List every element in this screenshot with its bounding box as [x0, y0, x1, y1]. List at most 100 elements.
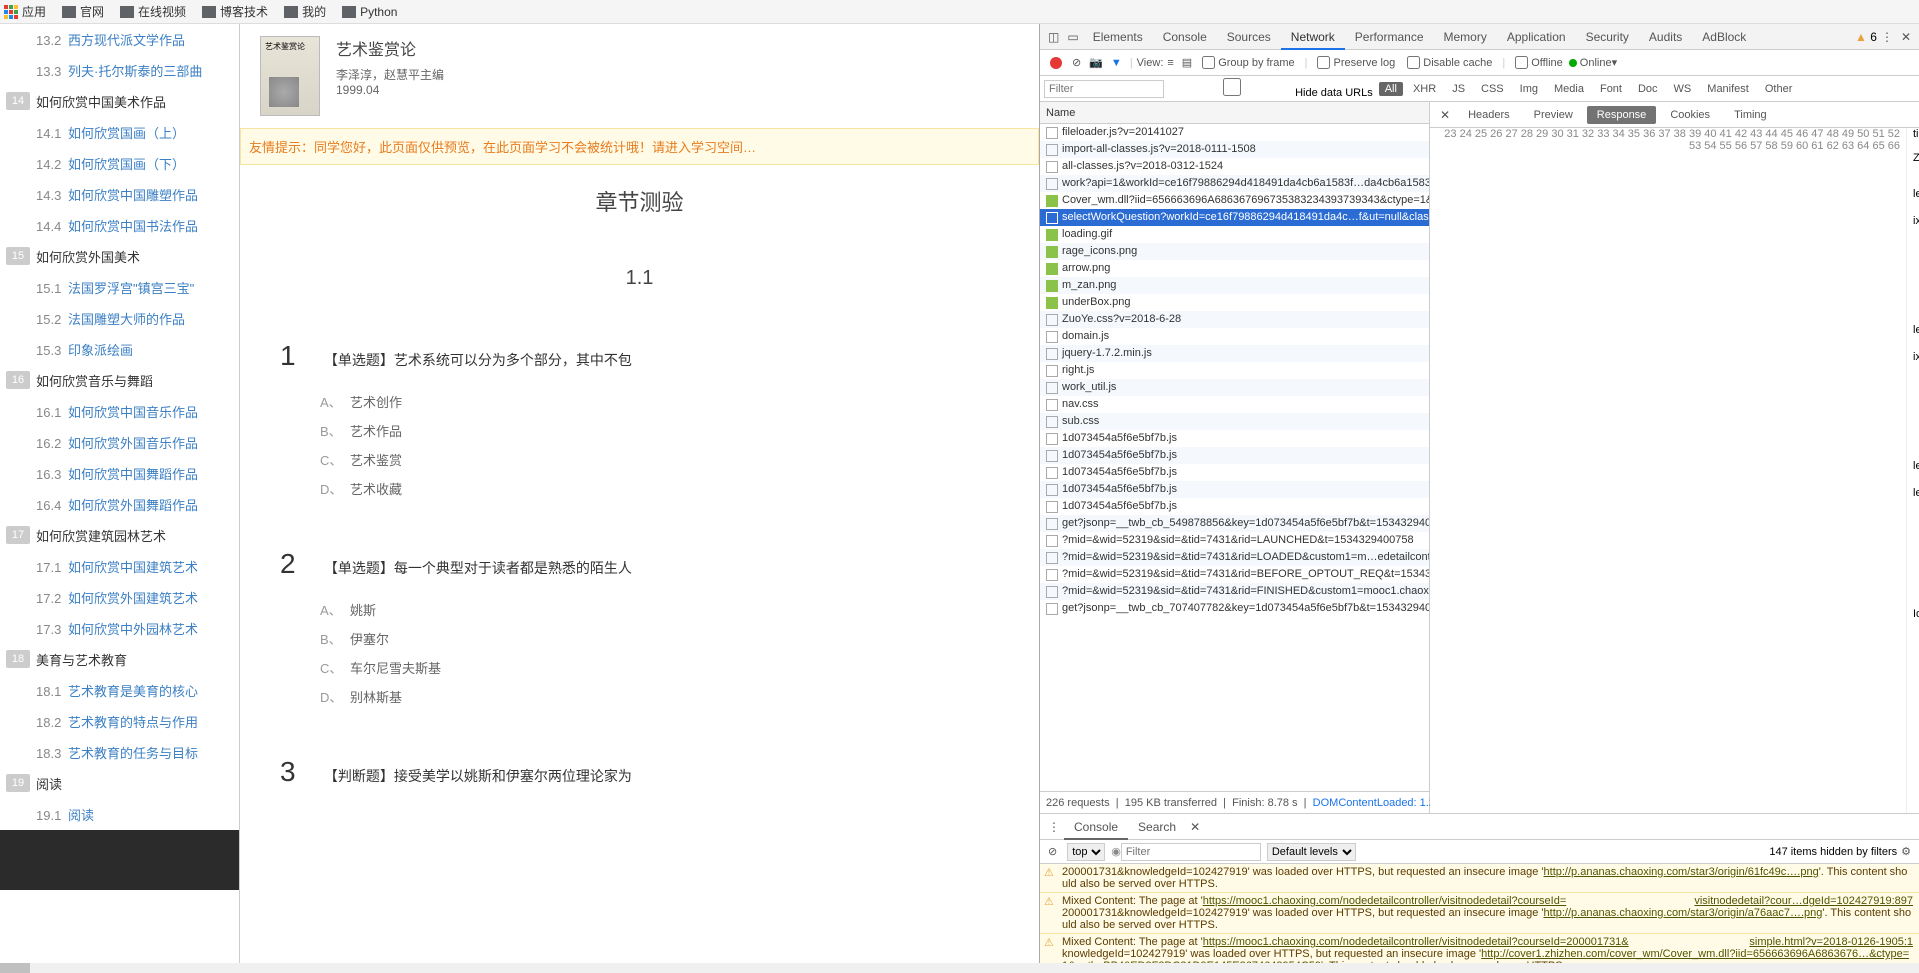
bookmark-item[interactable]: 我的 [284, 3, 326, 20]
filter-icon[interactable]: ▼ [1111, 57, 1122, 69]
network-request-row[interactable]: fileloader.js?v=20141027 [1040, 124, 1429, 141]
bookmark-item[interactable]: 官网 [62, 3, 104, 20]
question-option[interactable]: D、艺术收藏 [320, 479, 999, 498]
network-request-row[interactable]: get?jsonp=__twb_cb_707407782&key=1d07345… [1040, 600, 1429, 617]
chapter-item[interactable]: 17如何欣赏建筑园林艺术 [0, 520, 239, 551]
network-request-row[interactable]: ?mid=&wid=52319&sid=&tid=7431&rid=LOADED… [1040, 549, 1429, 566]
waterfall-icon[interactable]: ▤ [1182, 56, 1192, 69]
bookmark-item[interactable]: 在线视频 [120, 3, 186, 20]
network-request-row[interactable]: jquery-1.7.2.min.js [1040, 345, 1429, 362]
bookmark-item[interactable]: 博客技术 [202, 3, 268, 20]
record-button[interactable] [1050, 57, 1062, 69]
question-option[interactable]: C、车尔尼雪夫斯基 [320, 658, 999, 677]
group-checkbox[interactable]: Group by frame [1202, 56, 1294, 69]
devtools-tab-security[interactable]: Security [1576, 24, 1639, 50]
console-settings-icon[interactable]: ⚙ [1901, 845, 1911, 858]
chapter-item[interactable]: 17.2如何欣赏外国建筑艺术 [0, 582, 239, 613]
disable-cache-checkbox[interactable]: Disable cache [1407, 56, 1492, 69]
chapter-item[interactable]: 18.3艺术教育的任务与目标 [0, 737, 239, 768]
chapter-item[interactable]: 16.4如何欣赏外国舞蹈作品 [0, 489, 239, 520]
network-request-row[interactable]: work?api=1&workId=ce16f79886294d418491da… [1040, 175, 1429, 192]
devtools-tab-console[interactable]: Console [1153, 24, 1217, 50]
filter-type-manifest[interactable]: Manifest [1701, 82, 1755, 96]
drawer-tab-console[interactable]: Console [1064, 814, 1128, 840]
chapter-item[interactable]: 18.1艺术教育是美育的核心 [0, 675, 239, 706]
filter-type-img[interactable]: Img [1514, 82, 1544, 96]
chapter-item[interactable]: 16.1如何欣赏中国音乐作品 [0, 396, 239, 427]
chapter-item[interactable]: 18美育与艺术教育 [0, 644, 239, 675]
hide-urls-checkbox[interactable]: Hide data URLs [1172, 78, 1373, 99]
chapter-item[interactable]: 16如何欣赏音乐与舞蹈 [0, 365, 239, 396]
devtools-tab-memory[interactable]: Memory [1434, 24, 1497, 50]
detail-tab-cookies[interactable]: Cookies [1660, 106, 1720, 124]
bookmark-item[interactable]: 应用 [4, 3, 46, 20]
console-filter-input[interactable] [1121, 843, 1261, 861]
network-request-row[interactable]: 1d073454a5f6e5bf7b.js [1040, 464, 1429, 481]
chapter-item[interactable]: 16.2如何欣赏外国音乐作品 [0, 427, 239, 458]
warning-badge[interactable]: ▲ 6 [1855, 30, 1877, 44]
close-icon[interactable]: ✕ [1901, 30, 1911, 44]
network-request-row[interactable]: arrow.png [1040, 260, 1429, 277]
network-header-name[interactable]: Name [1040, 102, 1429, 124]
devtools-tab-audits[interactable]: Audits [1639, 24, 1692, 50]
network-request-row[interactable]: 1d073454a5f6e5bf7b.js [1040, 447, 1429, 464]
chapter-item[interactable]: 13.2西方现代派文学作品 [0, 24, 239, 55]
network-request-row[interactable]: all-classes.js?v=2018-0312-1524 [1040, 158, 1429, 175]
capture-icon[interactable]: 📷 [1089, 56, 1103, 69]
network-request-row[interactable]: right.js [1040, 362, 1429, 379]
drawer-tab-search[interactable]: Search [1128, 814, 1186, 840]
chapter-item[interactable]: 15.3印象派绘画 [0, 334, 239, 365]
network-request-row[interactable]: 1d073454a5f6e5bf7b.js [1040, 498, 1429, 515]
chapter-item[interactable]: 15.2法国雕塑大师的作品 [0, 303, 239, 334]
online-select[interactable]: Online ▾ [1569, 56, 1617, 69]
context-select[interactable]: top [1067, 843, 1105, 861]
scrollbar[interactable] [0, 963, 1919, 973]
network-request-row[interactable]: nav.css [1040, 396, 1429, 413]
devtools-tab-elements[interactable]: Elements [1083, 24, 1153, 50]
detail-tab-headers[interactable]: Headers [1458, 106, 1520, 124]
chapter-item[interactable]: 14.2如何欣赏国画（下） [0, 148, 239, 179]
offline-checkbox[interactable]: Offline [1515, 56, 1563, 69]
question-option[interactable]: B、艺术作品 [320, 421, 999, 440]
filter-type-xhr[interactable]: XHR [1407, 82, 1442, 96]
preserve-checkbox[interactable]: Preserve log [1317, 56, 1395, 69]
question-option[interactable]: A、姚斯 [320, 600, 999, 619]
drawer-close-icon[interactable]: ✕ [1190, 820, 1200, 834]
network-request-row[interactable]: m_zan.png [1040, 277, 1429, 294]
devtools-tab-adblock[interactable]: AdBlock [1692, 24, 1756, 50]
devtools-tab-performance[interactable]: Performance [1345, 24, 1434, 50]
filter-type-media[interactable]: Media [1548, 82, 1590, 96]
detail-tab-preview[interactable]: Preview [1524, 106, 1583, 124]
chapter-item[interactable]: 15.1法国罗浮宫"镇宫三宝" [0, 272, 239, 303]
bookmark-item[interactable]: Python [342, 5, 397, 19]
chapter-item[interactable]: 14.4如何欣赏中国书法作品 [0, 210, 239, 241]
chapter-item[interactable]: 14.3如何欣赏中国雕塑作品 [0, 179, 239, 210]
response-code[interactable]: 23 24 25 26 27 28 29 30 31 32 33 34 35 3… [1430, 128, 1919, 813]
clear-icon[interactable]: ⊘ [1072, 56, 1081, 69]
chapter-item[interactable]: 15如何欣赏外国美术 [0, 241, 239, 272]
chapter-item[interactable]: 19.1阅读 [0, 799, 239, 830]
chapter-item[interactable]: 16.3如何欣赏中国舞蹈作品 [0, 458, 239, 489]
network-request-row[interactable]: underBox.png [1040, 294, 1429, 311]
devtools-tab-application[interactable]: Application [1497, 24, 1576, 50]
network-request-row[interactable]: 1d073454a5f6e5bf7b.js [1040, 430, 1429, 447]
network-request-row[interactable]: domain.js [1040, 328, 1429, 345]
chapter-item[interactable]: 17.3如何欣赏中外园林艺术 [0, 613, 239, 644]
network-request-row[interactable]: Cover_wm.dll?iid=656663696A6863676967353… [1040, 192, 1429, 209]
network-request-row[interactable]: 1d073454a5f6e5bf7b.js [1040, 481, 1429, 498]
filter-type-js[interactable]: JS [1446, 82, 1471, 96]
chapter-item[interactable]: 13.3列夫·托尔斯泰的三部曲 [0, 55, 239, 86]
filter-input[interactable] [1044, 80, 1164, 98]
inspect-icon[interactable]: ◫ [1048, 30, 1059, 44]
network-request-row[interactable]: ZuoYe.css?v=2018-6-28 [1040, 311, 1429, 328]
question-option[interactable]: D、别林斯基 [320, 687, 999, 706]
detail-tab-timing[interactable]: Timing [1724, 106, 1777, 124]
filter-type-other[interactable]: Other [1759, 82, 1799, 96]
network-request-row[interactable]: ?mid=&wid=52319&sid=&tid=7431&rid=FINISH… [1040, 583, 1429, 600]
filter-type-ws[interactable]: WS [1668, 82, 1698, 96]
devtools-tab-network[interactable]: Network [1281, 24, 1345, 50]
chapter-item[interactable]: 17.1如何欣赏中国建筑艺术 [0, 551, 239, 582]
filter-type-font[interactable]: Font [1594, 82, 1628, 96]
network-request-row[interactable]: ?mid=&wid=52319&sid=&tid=7431&rid=BEFORE… [1040, 566, 1429, 583]
chapter-item[interactable]: 19阅读 [0, 768, 239, 799]
